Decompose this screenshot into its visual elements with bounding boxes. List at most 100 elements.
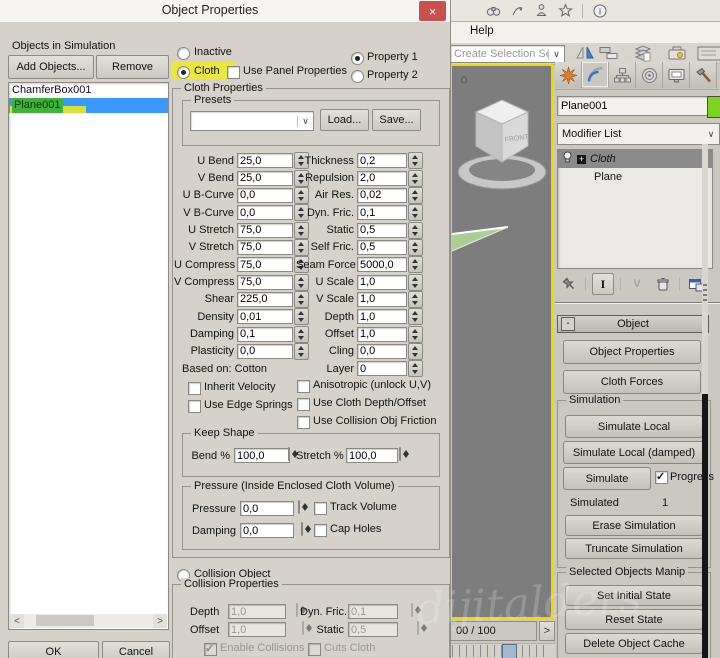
track-bar[interactable]	[450, 643, 556, 658]
tab-utilities[interactable]	[690, 62, 717, 88]
spinner[interactable]	[408, 239, 423, 256]
remove-button[interactable]: Remove	[96, 55, 169, 79]
clipped-toolbar-icon[interactable]	[696, 44, 720, 62]
spinner[interactable]	[408, 187, 423, 204]
object-rollout-header[interactable]: - Object	[557, 315, 709, 333]
thickness-input[interactable]	[357, 153, 407, 168]
collapse-icon[interactable]: -	[561, 317, 575, 331]
show-end-result-icon[interactable]: I	[592, 273, 614, 295]
property2-radio[interactable]	[351, 70, 364, 83]
layer-input[interactable]	[357, 361, 407, 376]
object-properties-button[interactable]: Object Properties	[563, 340, 701, 364]
object-color-swatch[interactable]	[707, 96, 720, 118]
depth-input[interactable]	[357, 309, 407, 324]
pressure-damping-input[interactable]	[240, 523, 294, 538]
stack-row-cloth[interactable]: + Cloth	[558, 150, 712, 168]
delete-object-cache-button[interactable]: Delete Object Cache	[565, 633, 703, 654]
plasticity-input[interactable]	[237, 344, 293, 359]
cling-input[interactable]	[357, 344, 407, 359]
u-b-curve-input[interactable]	[237, 188, 293, 203]
mirror-icon[interactable]	[574, 45, 596, 61]
pin-stack-icon[interactable]	[559, 274, 579, 294]
spinner[interactable]	[408, 152, 423, 169]
u-compress-input[interactable]	[237, 257, 293, 272]
reset-state-button[interactable]: Reset State	[565, 609, 703, 630]
bend-percent-input[interactable]	[234, 448, 290, 463]
property1-radio[interactable]	[351, 52, 364, 65]
next-frame-button[interactable]: >	[539, 621, 555, 641]
spinner[interactable]	[408, 256, 423, 273]
panel-scrollbar-thumb[interactable]	[702, 394, 708, 658]
presets-dropdown[interactable]: ∨	[190, 111, 314, 131]
stretch-percent-input[interactable]	[346, 448, 398, 463]
shear-input[interactable]	[237, 292, 293, 307]
anisotropic-checkbox[interactable]	[297, 380, 310, 393]
erase-simulation-button[interactable]: Erase Simulation	[565, 515, 703, 536]
tab-create[interactable]	[555, 62, 582, 88]
lightbulb-icon[interactable]	[562, 151, 573, 167]
set-initial-state-button[interactable]: Set Initial State	[565, 585, 703, 606]
spinner[interactable]	[408, 343, 423, 360]
simulate-local-button[interactable]: Simulate Local	[565, 415, 703, 438]
toolbox-icon[interactable]	[667, 44, 688, 62]
align-icon[interactable]	[599, 45, 619, 61]
tab-motion[interactable]	[636, 62, 663, 88]
time-slider-handle[interactable]	[502, 644, 517, 658]
spinner[interactable]	[399, 447, 401, 461]
use-panel-properties-checkbox[interactable]	[227, 66, 240, 79]
spinner[interactable]	[301, 522, 303, 536]
panel-scrollbar[interactable]	[702, 144, 708, 658]
spinner[interactable]	[408, 291, 423, 308]
binoculars-icon[interactable]	[486, 3, 501, 18]
tab-hierarchy[interactable]	[609, 62, 636, 88]
spinner[interactable]	[408, 308, 423, 325]
density-input[interactable]	[237, 309, 293, 324]
scroll-thumb[interactable]	[36, 615, 94, 626]
viewport[interactable]: ⌂ FRONT	[450, 64, 553, 619]
pressure-input[interactable]	[240, 501, 294, 516]
u-scale-input[interactable]	[357, 275, 407, 290]
spinner[interactable]	[408, 204, 423, 221]
spinner[interactable]	[408, 360, 423, 377]
v-stretch-input[interactable]	[237, 240, 293, 255]
tab-display[interactable]	[663, 62, 690, 88]
scroll-track[interactable]	[24, 614, 153, 628]
air-res-input[interactable]	[357, 188, 407, 203]
figure-icon[interactable]	[534, 3, 549, 18]
v-compress-input[interactable]	[237, 275, 293, 290]
star-icon[interactable]	[558, 3, 573, 18]
truncate-simulation-button[interactable]: Truncate Simulation	[565, 538, 703, 559]
spinner[interactable]	[298, 500, 300, 514]
cloth-forces-button[interactable]: Cloth Forces	[563, 370, 701, 394]
dyn-fric-input[interactable]	[357, 205, 407, 220]
scroll-left-icon[interactable]: <	[10, 614, 24, 628]
stack-row-plane[interactable]: Plane	[558, 168, 712, 186]
list-item[interactable]: ChamferBox001	[9, 83, 168, 98]
use-edge-springs-checkbox[interactable]	[188, 400, 201, 413]
selection-set-combo[interactable]: Create Selection Se ∨	[450, 45, 565, 63]
progress-checkbox[interactable]	[655, 471, 668, 484]
close-button[interactable]: ×	[419, 1, 446, 21]
v-bend-input[interactable]	[237, 171, 293, 186]
scroll-right-icon[interactable]: >	[153, 614, 167, 628]
static-input[interactable]	[357, 223, 407, 238]
lasso-arrow-icon[interactable]	[510, 3, 525, 18]
object-name-field[interactable]	[557, 96, 709, 116]
spinner[interactable]	[408, 170, 423, 187]
spinner[interactable]	[408, 222, 423, 239]
save-button[interactable]: Save...	[372, 109, 421, 131]
cloth-radio[interactable]	[177, 66, 190, 79]
use-cloth-depth-offset-checkbox[interactable]	[297, 398, 310, 411]
make-unique-icon[interactable]: V	[627, 274, 647, 294]
simulate-local-damped-button[interactable]: Simulate Local (damped)	[563, 441, 705, 464]
damping-input[interactable]	[237, 327, 293, 342]
add-objects-button[interactable]: Add Objects...	[8, 55, 94, 79]
spinner[interactable]	[408, 274, 423, 291]
modifier-list-dropdown[interactable]: Modifier List ∨	[557, 123, 720, 145]
u-stretch-input[interactable]	[237, 223, 293, 238]
inactive-radio[interactable]	[177, 47, 190, 60]
info-icon[interactable]: i	[592, 3, 608, 19]
v-b-curve-input[interactable]	[237, 205, 293, 220]
spinner[interactable]	[408, 326, 423, 343]
cancel-button[interactable]: Cancel	[102, 641, 170, 658]
